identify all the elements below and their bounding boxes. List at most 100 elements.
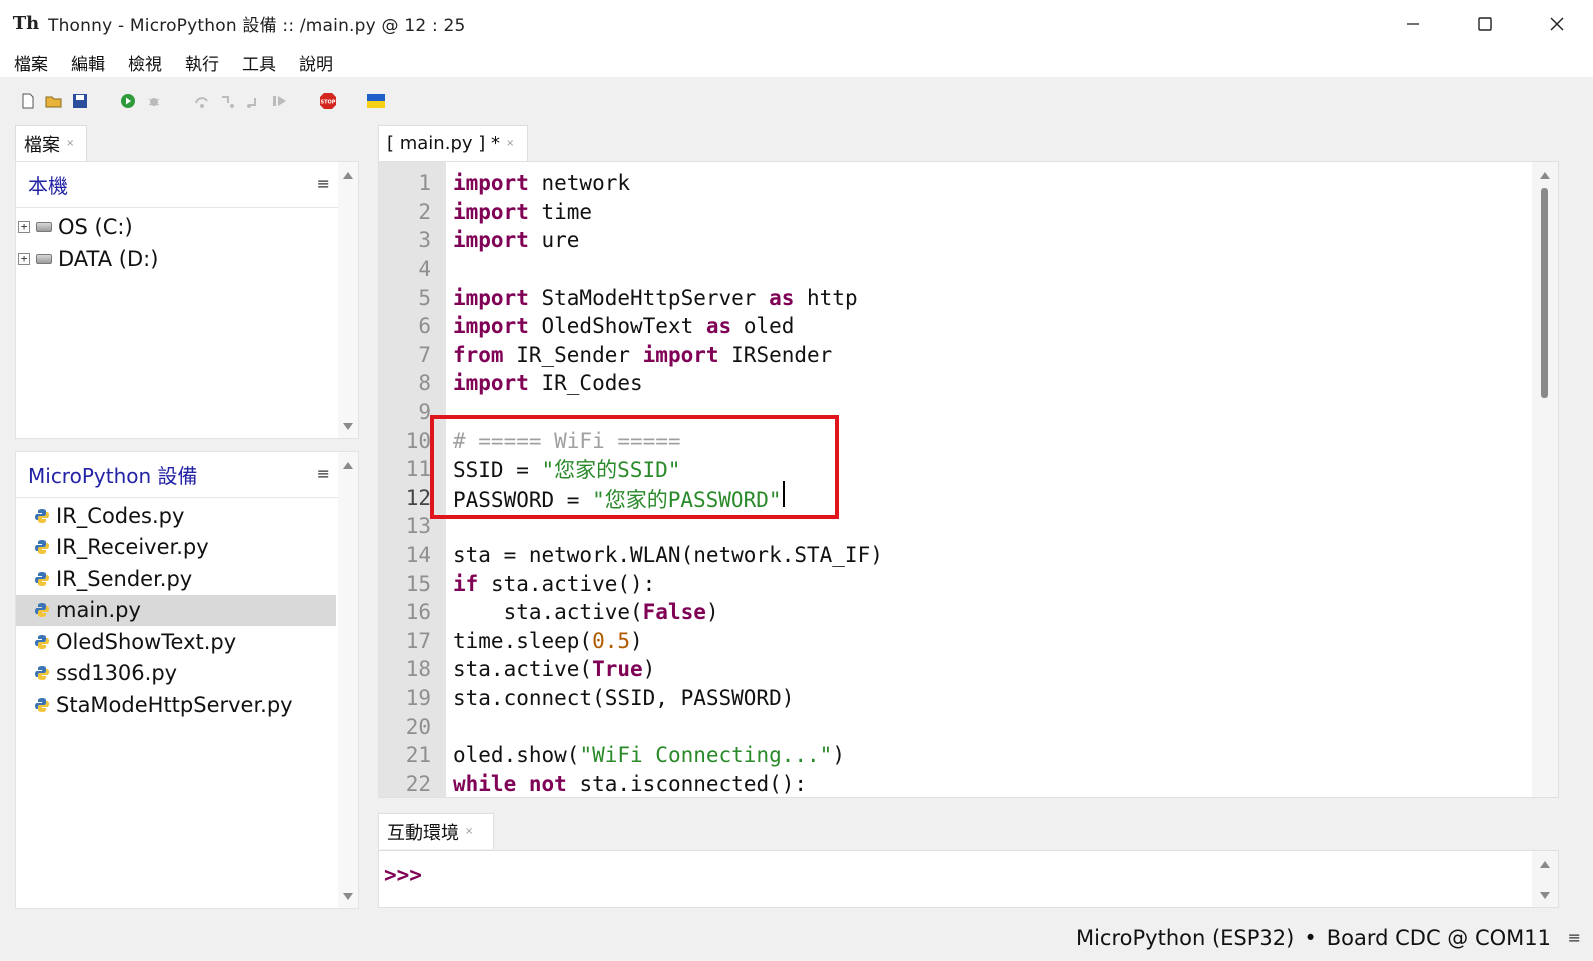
minimize-button[interactable]	[1377, 0, 1449, 47]
code-line[interactable]: 16 sta.active(False)	[379, 598, 1529, 627]
editor-scroll-thumb[interactable]	[1541, 188, 1548, 398]
step-into-button[interactable]	[218, 91, 238, 111]
step-into-icon	[222, 96, 234, 108]
file-item[interactable]: IR_Codes.py	[16, 500, 336, 531]
maximize-button[interactable]	[1449, 0, 1521, 47]
code-line[interactable]: 14 sta = network.WLAN(network.STA_IF)	[379, 541, 1529, 570]
toolbar: STOP	[0, 77, 1593, 125]
step-over-button[interactable]	[192, 91, 212, 111]
scroll-up-icon[interactable]	[1540, 861, 1550, 868]
tab-main-py[interactable]: [ main.py ] * ×	[378, 125, 528, 161]
code-line[interactable]: 1 import network	[379, 169, 1529, 198]
shell-scrollbar[interactable]	[1532, 851, 1558, 907]
menu-run[interactable]: 執行	[185, 50, 219, 75]
device-panel-title: MicroPython 設備	[28, 464, 198, 488]
line-number: 14	[405, 543, 431, 568]
device-files-panel: MicroPython 設備 ≡ IR_Codes.py IR_Receiver.…	[15, 451, 359, 909]
file-item[interactable]: OledShowText.py	[16, 626, 336, 657]
menu-tools[interactable]: 工具	[242, 50, 276, 75]
new-file-button[interactable]	[18, 91, 38, 111]
file-item[interactable]: ssd1306.py	[16, 658, 336, 689]
status-menu-icon[interactable]: ≡	[1568, 928, 1581, 947]
menu-view[interactable]: 檢視	[128, 50, 162, 75]
drive-c-row[interactable]: + OS (C:)	[16, 212, 133, 242]
scroll-down-icon[interactable]	[343, 423, 353, 430]
file-name: main.py	[56, 598, 141, 622]
code-line[interactable]: 8 import IR_Codes	[379, 369, 1529, 398]
scroll-up-icon[interactable]	[343, 172, 353, 179]
shell-prompt: >>>	[384, 863, 422, 887]
python-file-icon	[35, 540, 49, 554]
debug-button[interactable]	[144, 91, 164, 111]
local-panel-title: 本機	[28, 174, 68, 198]
device-panel-scrollbar[interactable]	[338, 452, 358, 908]
file-item[interactable]: StaModeHttpServer.py	[16, 689, 336, 720]
interpreter-status[interactable]: MicroPython (ESP32)	[1076, 926, 1294, 950]
code-line[interactable]: 18 sta.active(True)	[379, 655, 1529, 684]
run-button[interactable]	[118, 91, 138, 111]
file-item[interactable]: IR_Sender.py	[16, 563, 336, 594]
drive-d-row[interactable]: + DATA (D:)	[16, 244, 158, 274]
code-line[interactable]: 6 import OledShowText as oled	[379, 312, 1529, 341]
tab-files[interactable]: 檔案 ×	[15, 125, 87, 161]
scroll-down-icon[interactable]	[343, 893, 353, 900]
code-line[interactable]: 19 sta.connect(SSID, PASSWORD)	[379, 684, 1529, 713]
line-number: 16	[405, 600, 431, 625]
file-item[interactable]: IR_Receiver.py	[16, 532, 336, 563]
scroll-down-icon[interactable]	[1540, 892, 1550, 899]
tab-shell[interactable]: 互動環境 ×	[378, 813, 494, 849]
local-panel-scrollbar[interactable]	[338, 162, 358, 438]
python-file-icon	[35, 697, 49, 712]
open-file-button[interactable]	[44, 91, 64, 111]
shell-tab-close-icon[interactable]: ×	[465, 826, 473, 837]
local-panel-menu-icon[interactable]: ≡	[317, 174, 330, 193]
line-number: 1	[418, 171, 431, 196]
close-button[interactable]	[1521, 0, 1593, 47]
device-panel-menu-icon[interactable]: ≡	[317, 464, 330, 483]
tab-files-close-icon[interactable]: ×	[66, 138, 74, 149]
python-file-icon	[35, 508, 49, 523]
code-line[interactable]: 4	[379, 255, 1529, 284]
stop-button[interactable]: STOP	[318, 91, 338, 111]
menu-edit[interactable]: 編輯	[71, 50, 105, 75]
line-number: 15	[405, 571, 431, 596]
step-out-button[interactable]	[244, 91, 264, 111]
scroll-up-icon[interactable]	[343, 462, 353, 469]
resume-button[interactable]	[270, 91, 290, 111]
menu-help[interactable]: 說明	[299, 50, 333, 75]
step-over-icon	[195, 97, 208, 108]
file-name: IR_Sender.py	[56, 566, 193, 591]
menu-file[interactable]: 檔案	[14, 50, 48, 75]
code-line[interactable]: 7 from IR_Sender import IRSender	[379, 341, 1529, 370]
code-line[interactable]: 20	[379, 712, 1529, 741]
editor-scrollbar[interactable]	[1532, 162, 1558, 797]
save-file-button[interactable]	[70, 91, 90, 111]
maximize-icon	[1478, 16, 1492, 31]
code-line[interactable]: 3 import ure	[379, 226, 1529, 255]
scroll-up-icon[interactable]	[1540, 172, 1550, 179]
file-item[interactable]: main.py	[16, 594, 336, 626]
code-line[interactable]: 22 while not sta.isconnected():	[379, 770, 1529, 797]
code-line[interactable]: 5 import StaModeHttpServer as http	[379, 283, 1529, 312]
editor-tab-label: [ main.py ] *	[387, 133, 500, 154]
code-text: import ure	[453, 228, 580, 253]
drive-c-label: OS (C:)	[58, 215, 133, 239]
code-text: sta.active(True)	[453, 657, 656, 682]
port-status[interactable]: Board CDC @ COM11	[1327, 926, 1551, 950]
code-text: oled.show("WiFi Connecting...")	[453, 743, 845, 768]
code-line[interactable]: 21 oled.show("WiFi Connecting...")	[379, 741, 1529, 770]
ukraine-flag-button[interactable]	[366, 91, 386, 111]
line-number: 11	[405, 457, 431, 482]
expand-icon[interactable]: +	[18, 253, 30, 265]
window-controls	[1377, 0, 1593, 47]
code-line[interactable]: 15 if sta.active():	[379, 569, 1529, 598]
title-bar: Th Thonny - MicroPython 設備 :: /main.py @…	[0, 0, 1593, 47]
code-line[interactable]: 2 import time	[379, 198, 1529, 227]
editor-tab-close-icon[interactable]: ×	[506, 138, 514, 149]
code-line[interactable]: 17 time.sleep(0.5)	[379, 627, 1529, 656]
code-text: sta.connect(SSID, PASSWORD)	[453, 686, 795, 711]
code-text: import OledShowText as oled	[453, 314, 795, 339]
expand-icon[interactable]: +	[18, 221, 30, 233]
shell-console[interactable]: >>>	[378, 850, 1559, 908]
line-number: 12	[405, 485, 431, 510]
